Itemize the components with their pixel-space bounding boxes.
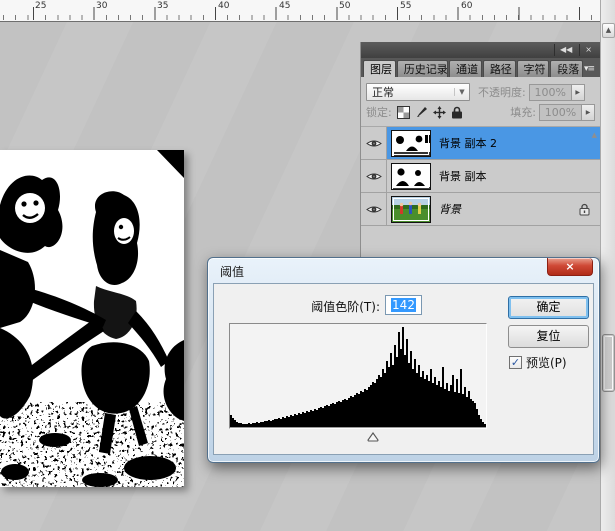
lock-transparency-icon[interactable] xyxy=(397,106,410,119)
ruler-number: 40 xyxy=(218,1,229,11)
document-canvas[interactable] xyxy=(0,150,184,487)
fill-spinner-icon[interactable]: ▶ xyxy=(581,104,595,121)
layer-name: 背景 xyxy=(439,201,461,217)
threshold-slider-handle[interactable] xyxy=(367,432,379,442)
ruler-number: 60 xyxy=(461,1,472,11)
lock-all-icon[interactable] xyxy=(451,106,463,119)
document-vertical-scrollbar[interactable]: ▲ xyxy=(600,0,615,531)
scrollbar-thumb[interactable] xyxy=(602,334,615,392)
tab-character[interactable]: 字符 xyxy=(517,60,550,77)
threshold-dialog: 阈值 × 阈值色阶(T): 142 确定 复位 ✓ 预览(P) xyxy=(207,257,600,463)
ruler-number: 25 xyxy=(35,1,46,11)
opacity-label: 不透明度: xyxy=(478,84,526,100)
check-icon: ✓ xyxy=(511,356,520,369)
tab-paths[interactable]: 路径 xyxy=(483,60,516,77)
visibility-toggle[interactable] xyxy=(361,193,387,225)
lock-label: 锁定: xyxy=(366,104,392,120)
ruler-number: 30 xyxy=(96,1,107,11)
histogram-bars xyxy=(230,327,486,427)
layer-row-background[interactable]: 背景 xyxy=(361,193,600,226)
scroll-up-icon: ▲ xyxy=(606,26,611,34)
threshold-histogram xyxy=(229,323,487,429)
layer-name: 背景 副本 2 xyxy=(439,135,497,151)
blend-mode-value: 正常 xyxy=(367,84,454,100)
tab-paragraph[interactable]: 段落 xyxy=(550,60,583,77)
chevron-down-icon: ▼ xyxy=(454,88,469,96)
layer-name: 背景 副本 xyxy=(439,168,487,184)
histogram-baseline xyxy=(230,427,486,428)
panel-scroll-nub-icon[interactable]: ▲ xyxy=(592,131,597,139)
close-icon: × xyxy=(565,260,574,273)
panel-tab-bar: 图层 历史记录 通道 路径 字符 段落 ▾≡ xyxy=(361,58,600,77)
blend-mode-select[interactable]: 正常 ▼ xyxy=(366,83,470,101)
layer-thumbnail[interactable] xyxy=(391,163,431,190)
threshold-level-label: 阈值色阶(T): xyxy=(214,298,380,315)
layer-row-background-copy-2[interactable]: 背景 副本 2 ▲ xyxy=(361,127,600,160)
lock-position-move-icon[interactable] xyxy=(433,106,446,119)
close-panel-icon[interactable]: × xyxy=(579,44,597,56)
scroll-up-button[interactable]: ▲ xyxy=(602,23,615,38)
visibility-toggle[interactable] xyxy=(361,127,387,159)
panel-group-header: ◀◀ × xyxy=(361,42,600,58)
reset-button[interactable]: 复位 xyxy=(508,325,589,348)
eye-icon xyxy=(366,204,382,215)
preview-label: 预览(P) xyxy=(526,354,567,371)
threshold-value-selected-text: 142 xyxy=(391,298,416,312)
dialog-body: 阈值色阶(T): 142 确定 复位 ✓ 预览(P) xyxy=(213,283,594,455)
layer-thumbnail[interactable] xyxy=(391,130,431,157)
fill-label: 填充: xyxy=(510,104,536,120)
ruler-number: 50 xyxy=(339,1,350,11)
tab-layers[interactable]: 图层 xyxy=(363,60,396,77)
eye-icon xyxy=(366,138,382,149)
photoshop-workspace: 25 30 35 40 45 50 55 60 ▲ xyxy=(0,0,615,531)
dialog-close-button[interactable]: × xyxy=(547,258,593,276)
lock-pixels-brush-icon[interactable] xyxy=(415,106,428,119)
tab-channels[interactable]: 通道 xyxy=(449,60,482,77)
preview-option: ✓ 预览(P) xyxy=(509,354,567,371)
fill-value[interactable]: 100% xyxy=(539,104,581,121)
ok-button[interactable]: 确定 xyxy=(508,296,589,319)
ruler-number: 55 xyxy=(400,1,411,11)
layer-thumbnail[interactable] xyxy=(391,196,431,223)
horizontal-ruler: 25 30 35 40 45 50 55 60 xyxy=(0,0,600,22)
tab-history[interactable]: 历史记录 xyxy=(397,60,448,77)
eye-icon xyxy=(366,171,382,182)
thresholded-image xyxy=(0,150,184,487)
visibility-toggle[interactable] xyxy=(361,160,387,192)
layer-locked-icon xyxy=(579,203,590,216)
opacity-value[interactable]: 100% xyxy=(529,84,571,101)
ruler-major-ticks xyxy=(0,7,600,20)
layer-options: 正常 ▼ 不透明度: 100% ▶ 锁定: 填充: 100% ▶ xyxy=(361,77,600,127)
preview-checkbox[interactable]: ✓ xyxy=(509,356,522,369)
threshold-level-input[interactable]: 142 xyxy=(385,295,422,315)
dialog-title[interactable]: 阈值 xyxy=(220,263,244,280)
panel-menu-icon[interactable]: ▾≡ xyxy=(584,64,600,77)
collapse-panels-icon[interactable]: ◀◀ xyxy=(554,44,577,56)
ruler-number: 35 xyxy=(157,1,168,11)
layer-row-background-copy[interactable]: 背景 副本 xyxy=(361,160,600,193)
ruler-number: 45 xyxy=(279,1,290,11)
layers-panel-dock: ◀◀ × 图层 历史记录 通道 路径 字符 段落 ▾≡ 正常 ▼ 不透明度: 1… xyxy=(360,42,600,257)
layers-list: 背景 副本 2 ▲ 背景 副本 背景 xyxy=(361,127,600,226)
opacity-spinner-icon[interactable]: ▶ xyxy=(571,84,585,101)
